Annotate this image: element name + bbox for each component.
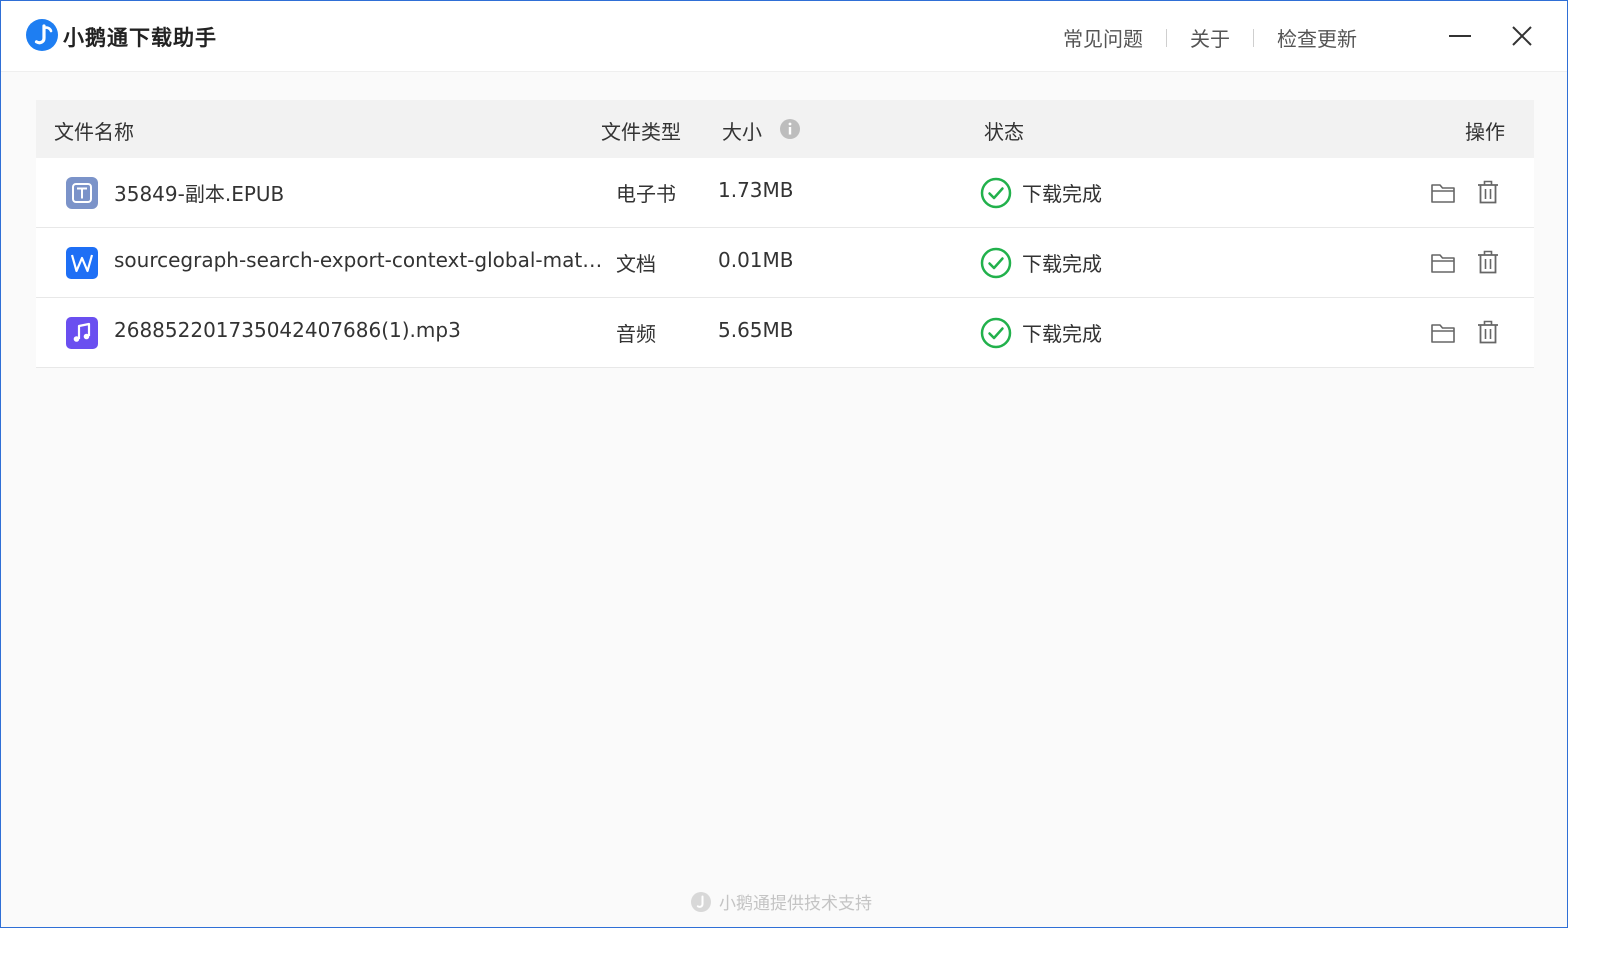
footer: 小鹅通提供技术支持 — [691, 889, 872, 914]
open-folder-icon[interactable] — [1430, 180, 1456, 206]
table-header: 文件名称 文件类型 大小 状态 操作 — [36, 100, 1534, 158]
status-text: 下载完成 — [1022, 322, 1102, 346]
nav-divider — [1253, 28, 1254, 47]
open-folder-icon[interactable] — [1430, 320, 1456, 346]
footer-text: 小鹅通提供技术支持 — [719, 894, 872, 914]
info-icon[interactable] — [779, 118, 801, 140]
about-link[interactable]: 关于 — [1190, 23, 1230, 52]
table-row: sourcegraph-search-export-context-global… — [36, 228, 1534, 298]
column-header-actions: 操作 — [1465, 120, 1505, 144]
faq-link[interactable]: 常见问题 — [1063, 23, 1143, 52]
top-nav: 常见问题 关于 检查更新 — [1063, 23, 1357, 52]
file-name: 268852201735042407686(1).mp3 — [114, 318, 461, 342]
table-row: 268852201735042407686(1).mp3 音频 5.65MB 下… — [36, 298, 1534, 368]
column-header-status: 状态 — [984, 120, 1024, 144]
app-window: 小鹅通下载助手 常见问题 关于 检查更新 文件名称 文件类型 大小 状态 操作 … — [0, 0, 1568, 928]
title-bar: 小鹅通下载助手 常见问题 关于 检查更新 — [1, 1, 1567, 72]
trash-icon[interactable] — [1476, 319, 1500, 345]
nav-divider — [1166, 28, 1167, 47]
file-type: 文档 — [616, 252, 656, 276]
footer-logo-icon — [691, 891, 711, 912]
open-folder-icon[interactable] — [1430, 250, 1456, 276]
minimize-button[interactable] — [1445, 21, 1475, 51]
epub-file-icon — [66, 177, 98, 209]
trash-icon[interactable] — [1476, 179, 1500, 205]
check-circle-icon — [980, 317, 1012, 349]
app-title: 小鹅通下载助手 — [63, 26, 217, 50]
table-row: 35849-副本.EPUB 电子书 1.73MB 下载完成 — [36, 158, 1534, 228]
file-type: 音频 — [616, 322, 656, 346]
column-header-name: 文件名称 — [54, 120, 134, 144]
status-text: 下载完成 — [1022, 182, 1102, 206]
status-text: 下载完成 — [1022, 252, 1102, 276]
file-size: 0.01MB — [718, 248, 794, 272]
close-button[interactable] — [1507, 21, 1537, 51]
check-circle-icon — [980, 177, 1012, 209]
file-type: 电子书 — [616, 182, 676, 206]
audio-file-icon — [66, 317, 98, 349]
check-circle-icon — [980, 247, 1012, 279]
word-file-icon — [66, 247, 98, 279]
download-table: 文件名称 文件类型 大小 状态 操作 35849-副本.EPUB 电子书 1.7… — [36, 100, 1534, 368]
file-size: 5.65MB — [718, 318, 794, 342]
column-header-type: 文件类型 — [601, 120, 681, 144]
minimize-icon — [1449, 35, 1471, 37]
trash-icon[interactable] — [1476, 249, 1500, 275]
column-header-size: 大小 — [722, 120, 762, 144]
close-icon — [1512, 26, 1532, 46]
check-update-link[interactable]: 检查更新 — [1277, 23, 1357, 52]
file-size: 1.73MB — [718, 178, 794, 202]
file-name: sourcegraph-search-export-context-global… — [114, 248, 606, 272]
file-name: 35849-副本.EPUB — [114, 182, 285, 206]
app-logo-icon — [26, 19, 58, 51]
